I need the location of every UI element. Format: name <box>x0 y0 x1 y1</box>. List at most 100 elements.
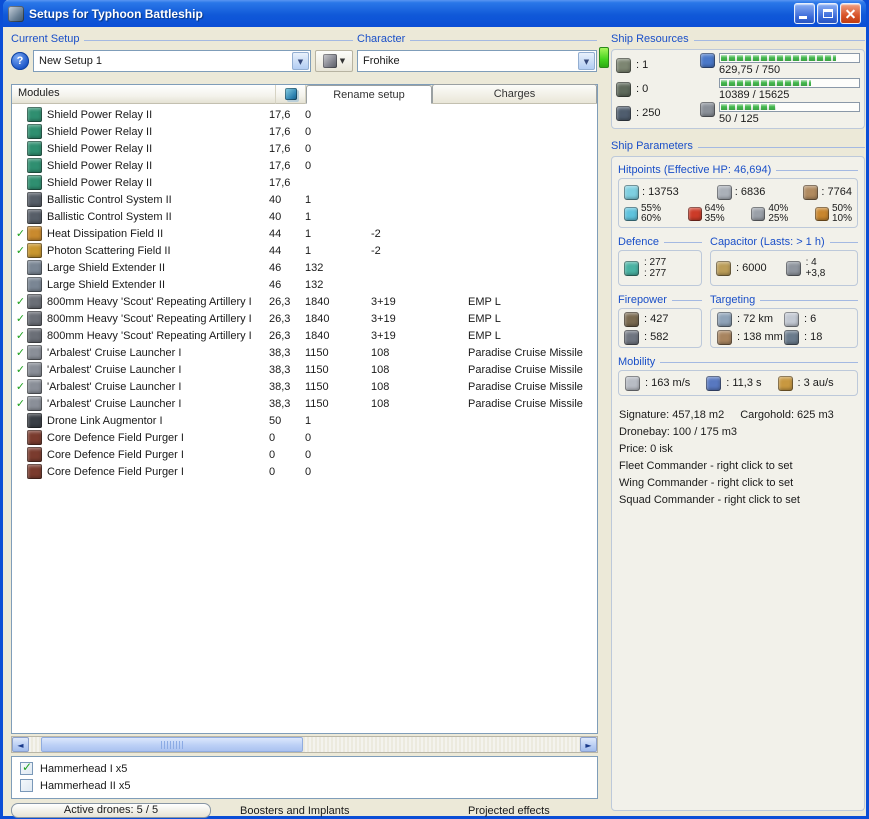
tab-rename-setup[interactable]: Rename setup <box>306 85 432 104</box>
module-rows: ✓ Shield Power Relay II 17,6 0 ✓ Shield … <box>12 104 597 733</box>
module-extra-value: 108 <box>371 380 390 393</box>
module-row[interactable]: ✓ Photon Scattering Field II 44 1 -2 <box>12 242 597 259</box>
defence-icon <box>624 260 639 276</box>
active-drones-header[interactable]: Active drones: 5 / 5 <box>11 803 211 818</box>
module-cpu-value: 0 <box>269 448 276 461</box>
resource-slot-row: : 1 <box>616 55 700 75</box>
module-stat-value: 1150 <box>305 346 329 359</box>
defence-label: Defence <box>618 235 659 248</box>
module-name: 800mm Heavy 'Scout' Repeating Artillery … <box>47 312 252 325</box>
resource-bar-label: 10389 / 15625 <box>719 88 790 101</box>
scrollbar-thumb[interactable] <box>41 737 303 752</box>
module-extra-value: 3+19 <box>371 312 396 325</box>
turret-firepower-icon <box>624 311 639 327</box>
close-button[interactable] <box>840 3 861 24</box>
module-row[interactable]: ✓ 800mm Heavy 'Scout' Repeating Artiller… <box>12 327 597 344</box>
module-name: Ballistic Control System II <box>47 193 172 206</box>
module-cpu-value: 40 <box>269 193 282 206</box>
targeting-section: Targeting : 72 km : 6 : 138 mm: 18 <box>710 293 858 348</box>
artillery-icon <box>27 311 42 326</box>
modules-column-header[interactable]: Modules <box>12 85 276 104</box>
armor-hp-icon <box>716 184 732 200</box>
module-cpu-value: 44 <box>269 244 282 257</box>
module-name: Shield Power Relay II <box>47 176 153 189</box>
module-row[interactable]: ✓ Ballistic Control System II 40 1 <box>12 208 597 225</box>
chevron-down-icon[interactable]: ▼ <box>578 52 595 70</box>
help-icon[interactable]: ? <box>11 52 29 70</box>
drone-checkbox[interactable]: ✓ <box>20 779 33 792</box>
scroll-right-button[interactable]: ► <box>580 737 597 752</box>
hitpoints-section: Hitpoints (Effective HP: 46,694) : 13753… <box>618 163 858 228</box>
drone-row[interactable]: ✓ Hammerhead II x5 <box>20 777 597 794</box>
titlebar[interactable]: Setups for Typhoon Battleship <box>3 0 866 27</box>
tab-charges[interactable]: Charges <box>432 84 597 103</box>
module-row[interactable]: ✓ 'Arbalest' Cruise Launcher I 38,3 1150… <box>12 395 597 412</box>
minimize-button[interactable] <box>794 3 815 24</box>
module-stat-value: 1 <box>305 244 312 257</box>
horizontal-scrollbar[interactable]: ◄ ► <box>11 736 598 753</box>
drone-row[interactable]: ✓ Hammerhead I x5 <box>20 760 597 777</box>
shield-power-relay-icon <box>27 158 42 173</box>
module-row[interactable]: ✓ 'Arbalest' Cruise Launcher I 38,3 1150… <box>12 378 597 395</box>
module-extra-value: 3+19 <box>371 329 396 342</box>
squad-commander-line[interactable]: Squad Commander - right click to set <box>619 492 857 509</box>
scrollbar-track[interactable] <box>29 737 580 752</box>
module-name: Shield Power Relay II <box>47 125 153 138</box>
module-extra-value: 108 <box>371 346 390 359</box>
resist-stat: 64% 35% <box>687 204 725 224</box>
max-velocity-icon <box>625 375 640 391</box>
module-stat-value: 0 <box>305 142 312 155</box>
shield-hp-icon <box>624 184 639 200</box>
character-status-indicator <box>599 47 609 68</box>
fleet-commander-line[interactable]: Fleet Commander - right click to set <box>619 458 857 475</box>
cap-recharge-icon <box>785 260 801 276</box>
align-time-icon <box>706 375 722 391</box>
module-row[interactable]: ✓ Shield Power Relay II 17,6 0 <box>12 157 597 174</box>
caption-line <box>693 39 865 41</box>
mobility-label: Mobility <box>618 355 656 368</box>
module-stat-value: 0 <box>305 465 312 478</box>
module-row[interactable]: ✓ 800mm Heavy 'Scout' Repeating Artiller… <box>12 293 597 310</box>
setup-actions-button[interactable]: ▼ <box>315 50 353 72</box>
module-stat-value: 0 <box>305 108 312 121</box>
hp-value: : 6836 <box>734 186 766 198</box>
module-row[interactable]: ✓ Heat Dissipation Field II 44 1 -2 <box>12 225 597 242</box>
module-row[interactable]: ✓ Shield Power Relay II 17,6 0 <box>12 140 597 157</box>
chevron-down-icon[interactable]: ▼ <box>292 52 309 70</box>
module-row[interactable]: ✓ Ballistic Control System II 40 1 <box>12 191 597 208</box>
module-stat-value: 0 <box>305 431 312 444</box>
module-row[interactable]: ✓ Core Defence Field Purger I 0 0 <box>12 463 597 480</box>
drone-label: Hammerhead I x5 <box>40 762 128 775</box>
ship-resources-label: Ship Resources <box>611 33 689 45</box>
firepower-label: Firepower <box>618 293 667 306</box>
setup-select[interactable]: New Setup 1 ▼ <box>33 50 311 72</box>
module-name: Shield Power Relay II <box>47 159 153 172</box>
module-row[interactable]: ✓ Drone Link Augmentor I 50 1 <box>12 412 597 429</box>
module-row[interactable]: ✓ Shield Power Relay II 17,6 <box>12 174 597 191</box>
module-row[interactable]: ✓ 'Arbalest' Cruise Launcher I 38,3 1150… <box>12 344 597 361</box>
boosters-implants-header[interactable]: Boosters and Implants <box>240 804 349 818</box>
module-row[interactable]: ✓ Large Shield Extender II 46 132 <box>12 276 597 293</box>
module-row[interactable]: ✓ 'Arbalest' Cruise Launcher I 38,3 1150… <box>12 361 597 378</box>
module-stat-value: 1150 <box>305 363 329 376</box>
module-charge: Paradise Cruise Missile <box>468 380 583 393</box>
module-cpu-value: 38,3 <box>269 363 291 376</box>
module-row[interactable]: ✓ Core Defence Field Purger I 0 0 <box>12 446 597 463</box>
module-row[interactable]: ✓ Core Defence Field Purger I 0 0 <box>12 429 597 446</box>
module-row[interactable]: ✓ 800mm Heavy 'Scout' Repeating Artiller… <box>12 310 597 327</box>
active-check-icon: ✓ <box>15 397 26 410</box>
module-row[interactable]: ✓ Shield Power Relay II 17,6 0 <box>12 123 597 140</box>
module-row[interactable]: ✓ Large Shield Extender II 46 132 <box>12 259 597 276</box>
projected-effects-header[interactable]: Projected effects <box>468 804 550 818</box>
minimize-icon <box>799 16 807 19</box>
wing-commander-line[interactable]: Wing Commander - right click to set <box>619 475 857 492</box>
character-value: Frohike <box>363 55 400 67</box>
drone-checkbox[interactable]: ✓ <box>20 760 33 775</box>
scroll-left-button[interactable]: ◄ <box>12 737 29 752</box>
resist-bottom-value: 35% <box>704 213 725 224</box>
meta-column-header[interactable] <box>276 85 306 104</box>
module-row[interactable]: ✓ Shield Power Relay II 17,6 0 <box>12 106 597 123</box>
character-select[interactable]: Frohike ▼ <box>357 50 597 72</box>
maximize-button[interactable] <box>817 3 838 24</box>
module-name: Drone Link Augmentor I <box>47 414 163 427</box>
